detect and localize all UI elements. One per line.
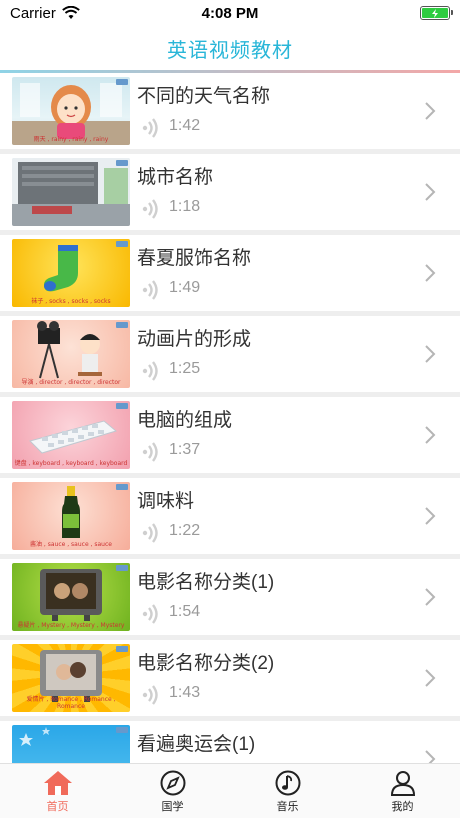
video-duration: 1:42 — [169, 117, 201, 134]
video-title: 调味料 — [137, 491, 195, 512]
carrier-label: Carrier — [10, 4, 56, 22]
speaker-icon — [142, 199, 158, 219]
speaker-icon — [142, 361, 158, 381]
tab-home[interactable]: 首页 — [0, 764, 115, 818]
chevron-right-icon — [425, 102, 436, 120]
thumbnail-caption: 雨天 , rainy , rainy , rainy — [33, 136, 109, 143]
thumbnail-caption: 爱情片 , Romance , Romance , Romance — [26, 696, 116, 710]
video-title: 电影名称分类(2) — [137, 653, 275, 674]
chevron-right-icon — [425, 426, 436, 444]
video-row-movie-1[interactable]: 悬疑片 , Mystery , Mystery , Mystery 电影名称分类… — [0, 559, 460, 635]
video-duration: 1:54 — [169, 603, 201, 620]
speaker-icon — [142, 280, 158, 300]
video-duration: 1:22 — [169, 522, 201, 539]
tab-bar: 首页 国学 音乐 我的 — [0, 763, 460, 818]
video-duration: 1:49 — [169, 279, 201, 296]
video-title: 电脑的组成 — [137, 410, 233, 431]
tab-label: 首页 — [46, 801, 69, 813]
video-thumbnail: 悬疑片 , Mystery , Mystery , Mystery — [12, 563, 130, 631]
chevron-right-icon — [425, 750, 436, 763]
video-row-clothing[interactable]: 袜子 , socks , socks , socks 春夏服饰名称 1:49 — [0, 235, 460, 311]
chevron-right-icon — [425, 669, 436, 687]
chevron-right-icon — [425, 507, 436, 525]
video-row-animation[interactable]: 导演 , director , director , director 动画片的… — [0, 316, 460, 392]
nav-bar: 英语视频教材 — [0, 26, 460, 70]
video-thumbnail: 导演 , director , director , director — [12, 320, 130, 388]
video-duration: 1:43 — [169, 684, 201, 701]
thumbnail-caption: 键盘 , keyboard , keyboard , keyboard — [14, 460, 128, 467]
music-note-icon — [275, 770, 300, 796]
tab-label: 我的 — [391, 801, 414, 813]
chevron-right-icon — [425, 264, 436, 282]
video-title: 城市名称 — [137, 167, 214, 188]
video-thumbnail: 键盘 , keyboard , keyboard , keyboard — [12, 401, 130, 469]
video-row-weather[interactable]: 雨天 , rainy , rainy , rainy 不同的天气名称 1:42 — [0, 73, 460, 149]
compass-icon — [160, 770, 185, 796]
video-title: 不同的天气名称 — [137, 86, 271, 107]
tab-music[interactable]: 音乐 — [230, 764, 345, 818]
tab-profile[interactable]: 我的 — [345, 764, 460, 818]
video-title: 春夏服饰名称 — [137, 248, 252, 269]
video-title: 看遍奥运会(1) — [137, 734, 256, 755]
video-thumbnail: 爱情片 , Romance , Romance , Romance — [12, 644, 130, 712]
battery-icon — [420, 6, 453, 20]
video-duration: 1:25 — [169, 360, 201, 377]
speaker-icon — [142, 523, 158, 543]
status-left: Carrier — [10, 5, 80, 22]
home-icon — [43, 771, 72, 795]
chevron-right-icon — [425, 345, 436, 363]
video-thumbnail — [12, 158, 130, 226]
video-list[interactable]: 雨天 , rainy , rainy , rainy 不同的天气名称 1:42 — [0, 73, 460, 763]
video-row-olympics[interactable]: 看遍奥运会(1) — [0, 721, 460, 763]
chevron-right-icon — [425, 588, 436, 606]
video-duration: 1:37 — [169, 441, 201, 458]
status-bar: Carrier 4:08 PM — [0, 0, 460, 26]
speaker-icon — [142, 685, 158, 705]
page-title: 英语视频教材 — [167, 39, 293, 62]
video-row-computer[interactable]: 键盘 , keyboard , keyboard , keyboard 电脑的组… — [0, 397, 460, 473]
thumbnail-caption: 悬疑片 , Mystery , Mystery , Mystery — [17, 622, 125, 629]
speaker-icon — [142, 118, 158, 138]
video-thumbnail: 酱油 , sauce , sauce , sauce — [12, 482, 130, 550]
video-title: 电影名称分类(1) — [137, 572, 275, 593]
speaker-icon — [142, 604, 158, 624]
video-row-movie-2[interactable]: 爱情片 , Romance , Romance , Romance 电影名称分类… — [0, 640, 460, 716]
thumbnail-caption: 酱油 , sauce , sauce , sauce — [30, 541, 112, 548]
thumbnail-caption: 袜子 , socks , socks , socks — [31, 298, 111, 305]
chevron-right-icon — [425, 183, 436, 201]
video-row-city[interactable]: 城市名称 1:18 — [0, 154, 460, 230]
tab-label: 音乐 — [276, 801, 299, 813]
video-thumbnail — [12, 725, 130, 763]
person-icon — [390, 771, 415, 796]
speaker-icon — [142, 442, 158, 462]
video-thumbnail: 袜子 , socks , socks , socks — [12, 239, 130, 307]
video-duration: 1:18 — [169, 198, 201, 215]
video-title: 动画片的形成 — [137, 329, 252, 350]
wifi-icon — [62, 6, 80, 19]
tab-guoxue[interactable]: 国学 — [115, 764, 230, 818]
tab-label: 国学 — [161, 801, 184, 813]
thumbnail-caption: 导演 , director , director , director — [21, 379, 121, 386]
video-thumbnail: 雨天 , rainy , rainy , rainy — [12, 77, 130, 145]
video-row-seasoning[interactable]: 酱油 , sauce , sauce , sauce 调味料 1:22 — [0, 478, 460, 554]
